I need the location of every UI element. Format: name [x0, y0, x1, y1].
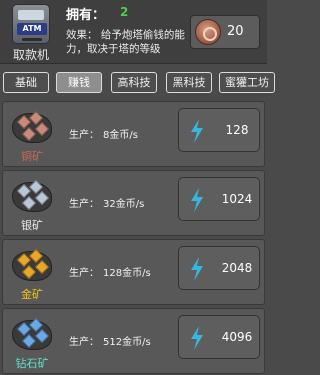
lightning-bolt-icon [191, 188, 203, 212]
atm-card-slot [22, 38, 42, 41]
lightning-bolt-icon [191, 326, 203, 350]
production-value: 8金币/s [103, 130, 138, 141]
atm-item-card: ATM 取款机 [6, 4, 56, 62]
buy-diamond-button[interactable]: 4096 [178, 315, 260, 359]
item-name: 铜矿 [21, 150, 43, 163]
item-name: 金矿 [21, 288, 43, 301]
buy-copper-button[interactable]: 128 [178, 108, 260, 152]
tab-black-tech[interactable]: 黑科技 [166, 72, 212, 93]
tab-money[interactable]: 赚钱 [56, 72, 102, 93]
atm-screen [18, 10, 44, 20]
item-name: 银矿 [21, 219, 43, 232]
atm-logo-text: ATM [17, 23, 47, 35]
shop-header: ATM 取款机 拥有： 2 效果： 给予炮塔偷钱的能力，取决于塔的等级 20 [0, 0, 267, 64]
copper-ore-icon [9, 107, 55, 145]
item-row-diamond: 钻石矿 生产： 512金币/s 4096 [2, 308, 265, 374]
price-value: 128 [225, 123, 249, 137]
production-value: 512金币/s [103, 337, 151, 348]
atm-icon: ATM [12, 4, 50, 44]
buy-silver-button[interactable]: 1024 [178, 177, 260, 221]
production-label: 生产： [69, 337, 99, 348]
production-label: 生产： [69, 268, 99, 279]
price-value: 1024 [221, 192, 253, 206]
price-value: 2048 [221, 261, 253, 275]
copper-coin-icon [195, 19, 221, 45]
item-name: 钻石矿 [15, 357, 49, 370]
buy-atm-button[interactable]: 20 [190, 15, 260, 49]
diamond-ore-icon [9, 314, 55, 352]
gold-ore-icon [9, 245, 55, 283]
production-value: 32金币/s [103, 199, 145, 210]
owned-label: 拥有： [66, 8, 106, 23]
lightning-bolt-icon [191, 257, 203, 281]
silver-ore-icon [9, 176, 55, 214]
tab-basic[interactable]: 基础 [3, 72, 49, 93]
tab-high-tech[interactable]: 高科技 [111, 72, 157, 93]
category-tabs: 基础 赚钱 高科技 黑科技 蜜獾工坊 [0, 72, 275, 94]
production-value: 128金币/s [103, 268, 151, 279]
item-row-gold: 金矿 生产： 128金币/s 2048 [2, 239, 265, 305]
price-value: 4096 [221, 330, 253, 344]
lightning-bolt-icon [191, 119, 203, 143]
production-label: 生产： [69, 199, 99, 210]
atm-name: 取款机 [12, 48, 49, 62]
item-row-copper: 铜矿 生产： 8金币/s 128 [2, 101, 265, 167]
atm-cost-value: 20 [227, 24, 244, 39]
production-label: 生产： [69, 130, 99, 141]
item-row-silver: 银矿 生产： 32金币/s 1024 [2, 170, 265, 236]
owned-value: 2 [120, 5, 129, 19]
tab-honey-badger-workshop[interactable]: 蜜獾工坊 [219, 72, 275, 93]
effect-description: 效果： 给予炮塔偷钱的能力，取决于塔的等级 [66, 29, 185, 55]
buy-gold-button[interactable]: 2048 [178, 246, 260, 290]
